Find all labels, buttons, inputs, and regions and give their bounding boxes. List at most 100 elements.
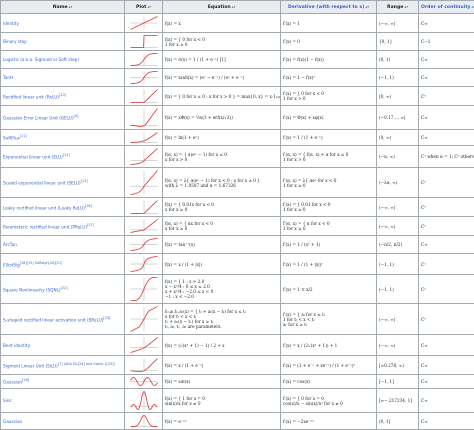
function-name-link[interactable]: Binary step bbox=[3, 39, 27, 44]
cell-plot bbox=[125, 130, 163, 146]
function-name-link[interactable]: Gaussian bbox=[3, 419, 22, 424]
column-header-range[interactable]: Range▴▾ bbox=[377, 1, 419, 14]
function-plot bbox=[129, 147, 159, 166]
cell-name: Binary step bbox=[1, 33, 125, 51]
cell-derivative-line: f′(x) = −2xe⁻ˣ² bbox=[283, 419, 374, 424]
cell-equation: f(x) = { 1 for x = 0 sin(x)/x for x ≠ 0 bbox=[163, 389, 281, 413]
function-plot bbox=[129, 376, 159, 387]
cell-plot bbox=[125, 275, 163, 304]
cell-range: (0, ∞) bbox=[377, 130, 419, 146]
function-name-link[interactable]: Scaled exponential linear unit (SELU) bbox=[3, 181, 81, 186]
cell-plot bbox=[125, 335, 163, 356]
cell-range: (−λα, ∞) bbox=[377, 168, 419, 198]
table-row: Scaled exponential linear unit (SELU)[13… bbox=[1, 168, 474, 198]
cell-derivative-line: 1 for x > 0 bbox=[283, 96, 374, 101]
cell-name: Bent identity bbox=[1, 335, 125, 356]
function-name-link[interactable]: Sinc bbox=[3, 398, 12, 403]
cell-range: (−∞, ∞) bbox=[377, 335, 419, 356]
function-plot bbox=[129, 218, 159, 234]
cell-plot bbox=[125, 168, 163, 198]
function-name-link[interactable]: Gaussian Error Linear Unit (GELU) bbox=[3, 116, 74, 121]
citation-link[interactable]: [10] bbox=[59, 93, 66, 97]
cell-name: Gaussian[26] bbox=[1, 375, 125, 389]
cell-equation-line: f(x) = e⁻ˣ² bbox=[165, 419, 278, 424]
citation-link[interactable]: [22] bbox=[61, 286, 68, 290]
table-row: Bent identityf(x) = (√(x² + 1) − 1) / 2 … bbox=[1, 335, 474, 356]
function-name-link[interactable]: Logistic (a.k.a. Sigmoid or Soft step) bbox=[3, 57, 79, 62]
function-name-link[interactable]: Bent identity bbox=[3, 343, 30, 348]
cell-name: ArcTan bbox=[1, 236, 125, 254]
citation-link[interactable]: [7] (AKA SiL[24] and Swish-1[25]) bbox=[58, 362, 115, 366]
cell-continuity: C∞ bbox=[419, 236, 474, 254]
cell-name: Sinc bbox=[1, 389, 125, 413]
cell-equation-line: f(x) = x / (1 + e⁻ˣ) bbox=[165, 363, 278, 368]
cell-equation: f(α, x) = { α(eˣ − 1) for x ≤ 0 x for x … bbox=[163, 146, 281, 168]
sort-icon[interactable]: ▴▾ bbox=[147, 5, 151, 9]
cell-equation-line: x for x ≥ 0 bbox=[165, 207, 278, 212]
function-plot bbox=[129, 169, 159, 196]
cell-derivative: f′(x) = 1 / (1 + e⁻ˣ) bbox=[281, 130, 377, 146]
sort-icon[interactable]: ▴▾ bbox=[365, 5, 369, 9]
function-name-link[interactable]: ElliotSig bbox=[3, 262, 20, 267]
table-row: Square Nonlinearity (SQNL)[22]f(x) = { 1… bbox=[1, 275, 474, 304]
citation-link[interactable]: [11] bbox=[20, 134, 27, 138]
cell-plot bbox=[125, 236, 163, 254]
function-name-link[interactable]: Identity bbox=[3, 21, 19, 26]
function-name-link[interactable]: Rectified linear unit (ReLU) bbox=[3, 94, 59, 99]
cell-range: (−∞, ∞) bbox=[377, 198, 419, 217]
citation-link[interactable]: [12] bbox=[63, 153, 70, 157]
citation-link[interactable]: [17] bbox=[87, 223, 94, 227]
column-header-derivative[interactable]: Derivative (with respect to x)▴▾ bbox=[281, 1, 377, 14]
column-header-name[interactable]: Name▴▾ bbox=[1, 1, 125, 14]
citation-link[interactable]: [13] bbox=[81, 179, 88, 183]
function-name-link[interactable]: Parameteric rectified linear unit (PReLU… bbox=[3, 224, 87, 229]
function-name-link[interactable]: Gaussian bbox=[3, 380, 22, 385]
citation-link[interactable]: [26] bbox=[22, 378, 29, 382]
table-row: Binary stepf(x) = { 0 for x < 0 1 for x … bbox=[1, 33, 474, 51]
cell-derivative-line: f′(x) = Φ(x) + xφ(x) bbox=[283, 115, 374, 120]
function-plot bbox=[129, 237, 159, 252]
function-name-link[interactable]: Leaky rectified linear unit (Leaky ReLU) bbox=[3, 205, 85, 210]
cell-derivative: f′(x) = 1 / (1 + |x|)² bbox=[281, 254, 377, 275]
cell-plot bbox=[125, 106, 163, 130]
cell-equation-line: f(x) = x / (1 + |x|) bbox=[165, 262, 278, 267]
function-name-link[interactable]: Sigmoid Linear Unit (SiLU) bbox=[3, 363, 58, 368]
citation-link[interactable]: [18][19] Softsign[20][21] bbox=[20, 261, 63, 265]
cell-continuity: C⁰ bbox=[419, 304, 474, 335]
cell-name: S-shaped rectified linear activation uni… bbox=[1, 304, 125, 335]
cell-derivative-line: f′(x) = cos(x) bbox=[283, 379, 374, 384]
citation-link[interactable]: [23] bbox=[103, 316, 110, 320]
cell-derivative: f′(α, x) = λ{ αeˣ for x < 0 1 for x ≥ 0 bbox=[281, 168, 377, 198]
table-row: Gaussian Error Linear Unit (GELU)[5]f(x)… bbox=[1, 106, 474, 130]
cell-derivative-line: f′(x) = x / (2√(x² + 1)) + 1 bbox=[283, 343, 374, 348]
function-name-link[interactable]: TanH bbox=[3, 75, 13, 80]
header-label: Name bbox=[53, 5, 68, 10]
cell-derivative-line: 1 for x > 0 bbox=[283, 157, 374, 162]
column-header-equation[interactable]: Equation▴▾ bbox=[163, 1, 281, 14]
cell-equation: f(x) = σ(x) = 1 / (1 + e⁻ˣ) [1] bbox=[163, 51, 281, 69]
cell-equation-line: f(x) = { 0 for x ≤ 0 ; x for x > 0 } = m… bbox=[165, 94, 278, 99]
citation-link[interactable]: [16] bbox=[85, 204, 92, 208]
function-name-link[interactable]: S-shaped rectified linear activation uni… bbox=[3, 317, 103, 322]
cell-derivative: f′(α, x) = { f(α, x) + α for x ≤ 0 1 for… bbox=[281, 146, 377, 168]
cell-name: Rectified linear unit (ReLU)[10] bbox=[1, 87, 125, 106]
cell-continuity: C⁰ bbox=[419, 198, 474, 217]
cell-equation: f(x) = tan⁻¹(x) bbox=[163, 236, 281, 254]
cell-continuity: C∞ bbox=[419, 356, 474, 375]
function-name-link[interactable]: ArcTan bbox=[3, 242, 17, 247]
function-name-link[interactable]: Exponential linear unit (ELU) bbox=[3, 155, 63, 160]
sort-icon[interactable]: ▴▾ bbox=[232, 5, 236, 9]
cell-derivative: f′(x) = x / (2√(x² + 1)) + 1 bbox=[281, 335, 377, 356]
cell-equation-line: tₗ, aₗ, tᵣ, aᵣ are parameters. bbox=[165, 324, 278, 329]
column-header-continuity[interactable]: Order of continuity▴▾ bbox=[419, 1, 474, 14]
citation-link[interactable]: [5] bbox=[74, 114, 79, 118]
sort-icon[interactable]: ▴▾ bbox=[69, 5, 73, 9]
sort-icon[interactable]: ▴▾ bbox=[404, 5, 408, 9]
cell-continuity: C∞ bbox=[419, 375, 474, 389]
cell-name: Scaled exponential linear unit (SELU)[13… bbox=[1, 168, 125, 198]
column-header-plot[interactable]: Plot▴▾ bbox=[125, 1, 163, 14]
function-name-link[interactable]: Square Nonlinearity (SQNL) bbox=[3, 287, 61, 292]
function-plot bbox=[129, 276, 159, 302]
function-name-link[interactable]: SoftPlus bbox=[3, 136, 20, 141]
cell-derivative-line: 1 for x ≥ 0 bbox=[283, 226, 374, 231]
